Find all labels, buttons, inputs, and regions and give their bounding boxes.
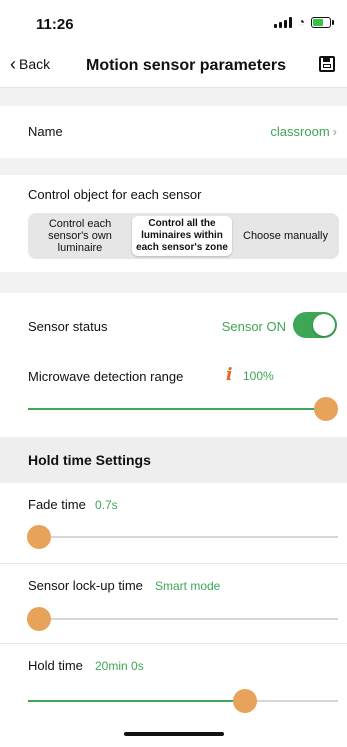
save-icon[interactable] (319, 56, 335, 72)
page-title: Motion sensor parameters (86, 57, 287, 74)
name-row[interactable]: Name classroom › (0, 106, 347, 158)
option-choose-manually[interactable]: Choose manually (232, 213, 339, 259)
control-object-title: Control object for each sensor (28, 187, 202, 202)
lock-up-time-row: Sensor lock-up time Smart mode (0, 563, 347, 644)
status-icons: ◔ (273, 15, 334, 29)
lock-up-time-value: Smart mode (155, 579, 221, 593)
sensor-status-label: Sensor status (28, 319, 108, 334)
option-own-luminaire[interactable]: Control each sensor's own luminaire (28, 213, 132, 259)
hold-time-slider[interactable] (28, 689, 338, 713)
sensor-status-value: Sensor ON (221, 319, 286, 334)
screen: 11:26 ◔ ‹ Back Motion sensor parameters … (0, 0, 347, 747)
option-zone-luminaires[interactable]: Control all the luminaires within each s… (132, 216, 232, 256)
slider-thumb[interactable] (233, 689, 257, 713)
toggle-knob (313, 314, 335, 336)
home-indicator-area (0, 718, 347, 747)
slider-fill (28, 408, 326, 410)
hold-time-header-label: Hold time Settings (28, 452, 151, 468)
home-indicator[interactable] (124, 732, 224, 736)
nav-bar: ‹ Back Motion sensor parameters (0, 44, 347, 88)
slider-thumb[interactable] (27, 607, 51, 631)
status-time: 11:26 (36, 16, 74, 33)
microwave-value: 100% (243, 369, 274, 383)
microwave-slider[interactable] (28, 397, 338, 421)
control-object-segmented: Control each sensor's own luminaire Cont… (28, 213, 339, 259)
fade-time-row: Fade time 0.7s (0, 483, 347, 563)
fade-time-label: Fade time (28, 497, 86, 512)
fade-time-slider[interactable] (27, 525, 338, 549)
status-bar: 11:26 ◔ (0, 0, 347, 44)
back-label: Back (19, 56, 51, 72)
control-object-section: Control object for each sensor Control e… (0, 175, 347, 272)
microwave-label: Microwave detection range (28, 369, 184, 384)
lock-up-time-slider[interactable] (27, 607, 338, 631)
slider-thumb[interactable] (27, 525, 51, 549)
name-value: classroom › (270, 124, 337, 139)
back-button[interactable]: ‹ Back (10, 54, 51, 74)
lock-up-time-label: Sensor lock-up time (28, 578, 143, 593)
hold-time-row: Hold time 20min 0s (0, 643, 347, 719)
fade-time-value: 0.7s (95, 498, 118, 512)
sensor-toggle[interactable] (293, 312, 337, 338)
cellular-signal-icon (273, 16, 292, 28)
chevron-right-icon: › (332, 124, 337, 139)
slider-fill (28, 700, 245, 702)
battery-icon (311, 16, 334, 28)
sensor-status-section: Sensor status Sensor ON Microwave detect… (0, 293, 347, 437)
chevron-left-icon: ‹ (10, 54, 16, 74)
wifi-icon: ◔ (297, 15, 305, 29)
slider-thumb[interactable] (314, 397, 338, 421)
hold-time-value: 20min 0s (95, 659, 144, 673)
name-label: Name (28, 124, 63, 139)
hold-time-label: Hold time (28, 658, 83, 673)
hold-time-header: Hold time Settings (0, 437, 347, 483)
info-icon[interactable]: i (226, 365, 232, 385)
